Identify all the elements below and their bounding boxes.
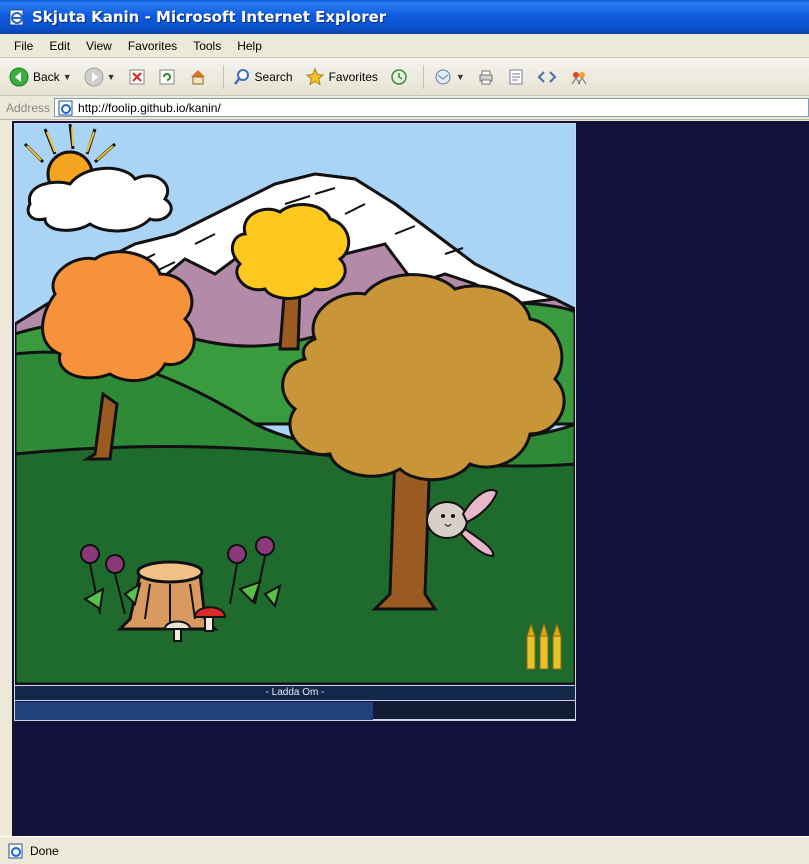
mail-dropdown-icon[interactable]: ▼ [456, 72, 465, 82]
edit-page-icon [509, 69, 523, 84]
back-label: Back [33, 69, 60, 84]
mail-icon [435, 69, 451, 84]
toolbar: Back ▼ ▼ Search Favorites ▼ [0, 58, 809, 96]
home-button[interactable] [185, 63, 211, 91]
history-button[interactable] [387, 63, 411, 91]
stop-icon [129, 69, 145, 84]
foreground-grass [15, 445, 575, 684]
print-icon [479, 70, 493, 84]
mail-button[interactable]: ▼ [430, 63, 468, 91]
address-label: Address [6, 100, 51, 115]
back-button[interactable]: Back ▼ [6, 63, 75, 91]
menu-view[interactable]: View [78, 37, 120, 55]
back-dropdown-icon[interactable]: ▼ [63, 72, 72, 82]
toolbar-separator [222, 64, 224, 89]
address-bar: Address http://foolip.github.io/kanin/ [0, 96, 809, 120]
status-text: Done [30, 843, 59, 858]
reload-progress-fill [15, 702, 374, 720]
home-icon [190, 69, 205, 84]
status-bar: Done [0, 836, 809, 864]
game-scene[interactable] [15, 124, 575, 684]
menu-file[interactable]: File [6, 37, 41, 55]
favorites-star-icon [305, 67, 324, 86]
menu-favorites[interactable]: Favorites [120, 37, 185, 55]
forward-dropdown-icon[interactable]: ▼ [107, 72, 116, 82]
messenger-icon [571, 71, 587, 84]
back-arrow-icon [9, 67, 29, 86]
ammo-indicator [526, 622, 562, 670]
menu-bar: File Edit View Favorites Tools Help [0, 34, 809, 58]
favorites-button[interactable]: Favorites [302, 63, 381, 91]
refresh-button[interactable] [155, 63, 179, 91]
toolbar-separator [422, 64, 424, 89]
menu-help[interactable]: Help [229, 37, 270, 55]
window-titlebar: Skjuta Kanin - Microsoft Internet Explor… [0, 0, 809, 34]
forward-arrow-icon [84, 67, 104, 86]
page-viewport: - Ladda Om - [12, 121, 809, 836]
discuss-button[interactable] [534, 63, 560, 91]
refresh-icon [159, 69, 175, 84]
print-button[interactable] [474, 63, 498, 91]
favorites-label: Favorites [328, 69, 378, 84]
stop-button[interactable] [125, 63, 149, 91]
search-label: Search [254, 69, 293, 84]
address-url: http://foolip.github.io/kanin/ [78, 100, 221, 115]
game-frame: - Ladda Om - [14, 123, 576, 721]
reload-progress-bar [15, 702, 575, 720]
search-icon [233, 68, 249, 85]
menu-edit[interactable]: Edit [41, 37, 78, 55]
history-icon [391, 68, 407, 85]
reload-button[interactable]: - Ladda Om - [15, 685, 575, 701]
window-title: Skjuta Kanin - Microsoft Internet Explor… [32, 8, 387, 26]
search-button[interactable]: Search [230, 63, 296, 91]
ie-page-icon [8, 843, 23, 858]
forward-button[interactable]: ▼ [81, 63, 119, 91]
menu-tools[interactable]: Tools [185, 37, 229, 55]
ie-page-icon [9, 9, 24, 26]
messenger-button[interactable] [566, 63, 592, 91]
address-input[interactable]: http://foolip.github.io/kanin/ [54, 98, 809, 117]
discuss-icon [537, 70, 557, 83]
edit-button[interactable] [504, 63, 528, 91]
ie-page-icon [58, 100, 73, 115]
